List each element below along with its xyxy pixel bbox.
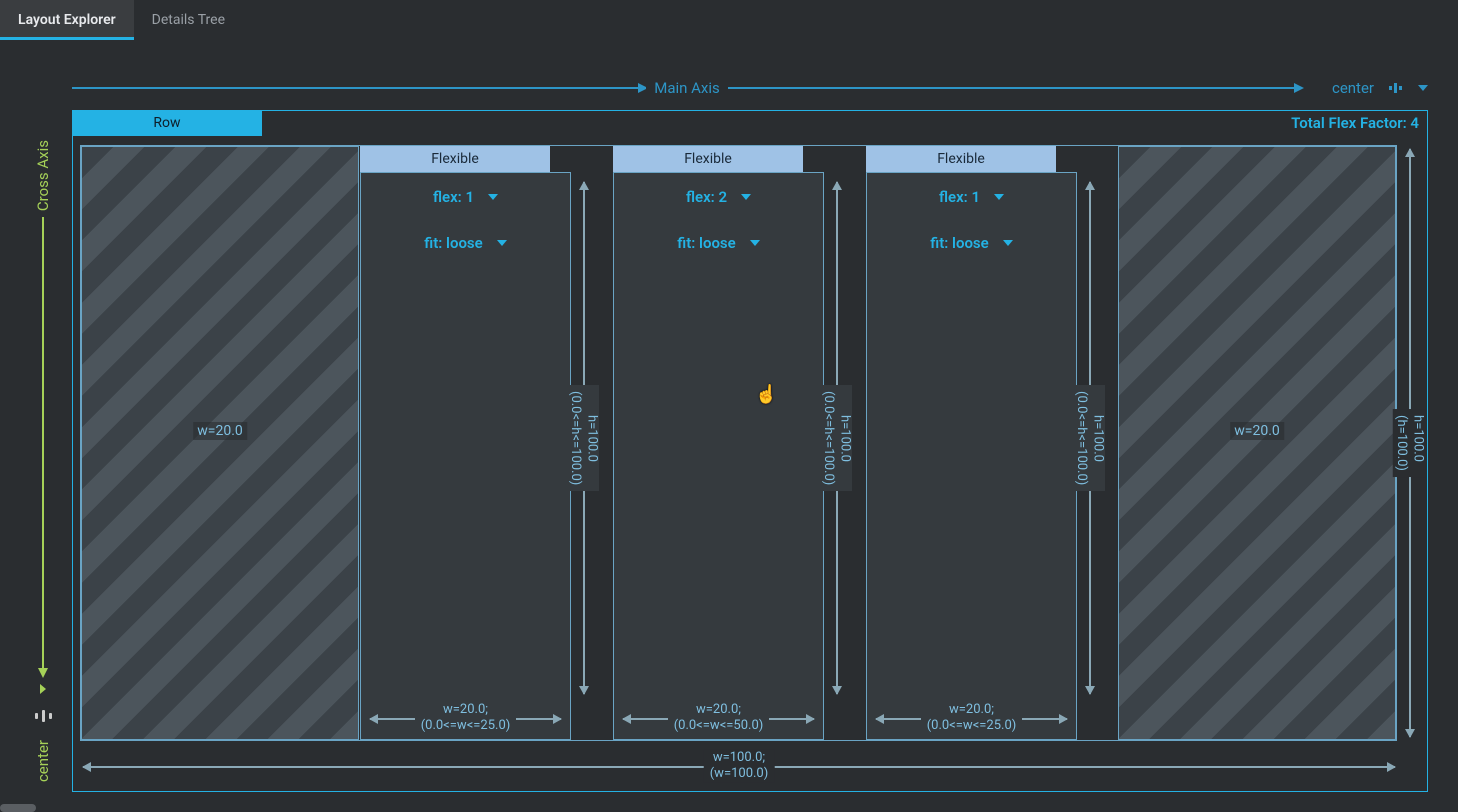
flex-value-1: flex: 2 xyxy=(686,188,727,206)
fit-select-0[interactable]: fit: loose xyxy=(424,234,506,252)
cross-axis-arrow xyxy=(42,217,44,676)
cross-axis-alignment-select[interactable]: center xyxy=(34,686,52,782)
main-axis-indicator: Main Axis center xyxy=(72,78,1428,98)
flex-value-0: flex: 1 xyxy=(433,188,474,206)
chevron-down-icon xyxy=(1003,240,1013,246)
child-width-indicator-1: w=20.0;(0.0<=w<=50.0) xyxy=(623,700,814,736)
fit-select-1[interactable]: fit: loose xyxy=(677,234,759,252)
chevron-down-icon xyxy=(994,194,1004,200)
child-tag-1: Flexible xyxy=(613,146,803,172)
child-tag-2: Flexible xyxy=(866,146,1056,172)
fit-value-0: fit: loose xyxy=(424,234,482,252)
main-axis-arrow-left xyxy=(72,87,646,89)
main-axis-alignment-value: center xyxy=(1332,79,1374,97)
chevron-down-icon xyxy=(741,194,751,200)
child-height-label-2: h=100.0(0.0<=h<=100.0) xyxy=(1073,385,1106,491)
align-center-vertical-icon xyxy=(35,710,52,722)
flex-select-2[interactable]: flex: 1 xyxy=(939,188,1004,206)
child-width-label-1: w=20.0;(0.0<=w<=50.0) xyxy=(668,702,770,735)
child-height-indicator-0: h=100.0(0.0<=h<=100.0) xyxy=(565,182,601,694)
flexible-child-2[interactable]: Flexible flex: 1 fit: loose h=100.0(0.0<… xyxy=(866,146,1117,740)
child-inner-0 xyxy=(360,172,571,740)
chevron-down-icon xyxy=(1418,85,1428,91)
flexible-child-0[interactable]: Flexible flex: 1 fit: loose h=100.0(0.0<… xyxy=(360,146,611,740)
empty-space-right: w=20.0 xyxy=(1118,146,1396,740)
chevron-down-icon xyxy=(488,194,498,200)
cross-axis-alignment-value: center xyxy=(34,740,52,782)
cross-axis-label: Cross Axis xyxy=(34,140,52,211)
child-height-label-1: h=100.0(0.0<=h<=100.0) xyxy=(820,385,853,491)
row-width-indicator: w=100.0;(w=100.0) xyxy=(83,747,1395,785)
main-axis-label: Main Axis xyxy=(646,79,728,97)
fit-select-2[interactable]: fit: loose xyxy=(930,234,1012,252)
child-width-label-0: w=20.0;(0.0<=w<=25.0) xyxy=(415,702,517,735)
child-inner-1 xyxy=(613,172,824,740)
row-children-container: w=20.0 Flexible flex: 1 fit: loose xyxy=(80,145,1397,741)
align-center-horizontal-icon xyxy=(1388,80,1404,96)
child-height-label-0: h=100.0(0.0<=h<=100.0) xyxy=(567,385,600,491)
chevron-right-icon xyxy=(40,684,46,694)
fit-value-1: fit: loose xyxy=(677,234,735,252)
child-width-label-2: w=20.0;(0.0<=w<=25.0) xyxy=(921,702,1023,735)
total-flex-factor: Total Flex Factor: 4 xyxy=(1291,114,1419,132)
chevron-down-icon xyxy=(750,240,760,246)
row-width-label: w=100.0;(w=100.0) xyxy=(704,750,775,783)
hand-cursor-icon: ☝ xyxy=(755,384,777,405)
child-tag-0: Flexible xyxy=(360,146,550,172)
tab-details-tree[interactable]: Details Tree xyxy=(134,0,243,40)
flexible-child-1[interactable]: Flexible flex: 2 fit: loose h=100.0(0.0<… xyxy=(613,146,864,740)
row-widget-tag[interactable]: Row xyxy=(72,110,262,136)
cross-axis-indicator: Cross Axis center xyxy=(28,140,58,782)
tab-layout-explorer[interactable]: Layout Explorer xyxy=(0,0,134,40)
row-widget-box: Row Total Flex Factor: 4 w=20.0 Flexible… xyxy=(72,110,1428,792)
empty-space-left: w=20.0 xyxy=(81,146,359,740)
main-axis-arrow-right xyxy=(728,87,1302,89)
tabs-bar: Layout Explorer Details Tree xyxy=(0,0,1458,40)
empty-space-right-width: w=20.0 xyxy=(1230,422,1284,440)
empty-space-left-width: w=20.0 xyxy=(193,422,247,440)
row-height-label: h=100.0(h=100.0) xyxy=(1393,409,1426,477)
flex-value-2: flex: 1 xyxy=(939,188,980,206)
layout-canvas: Main Axis center Cross Axis center Row T… xyxy=(0,40,1458,812)
flex-select-0[interactable]: flex: 1 xyxy=(433,188,498,206)
row-height-indicator: h=100.0(h=100.0) xyxy=(1395,149,1423,737)
child-height-indicator-2: h=100.0(0.0<=h<=100.0) xyxy=(1071,182,1107,694)
main-axis-alignment-select[interactable]: center xyxy=(1302,79,1428,97)
child-width-indicator-0: w=20.0;(0.0<=w<=25.0) xyxy=(370,700,561,736)
chevron-down-icon xyxy=(497,240,507,246)
flex-select-1[interactable]: flex: 2 xyxy=(686,188,751,206)
child-width-indicator-2: w=20.0;(0.0<=w<=25.0) xyxy=(876,700,1067,736)
child-inner-2 xyxy=(866,172,1077,740)
fit-value-2: fit: loose xyxy=(930,234,988,252)
horizontal-scrollbar-thumb[interactable] xyxy=(0,804,36,812)
child-height-indicator-1: h=100.0(0.0<=h<=100.0) xyxy=(818,182,854,694)
